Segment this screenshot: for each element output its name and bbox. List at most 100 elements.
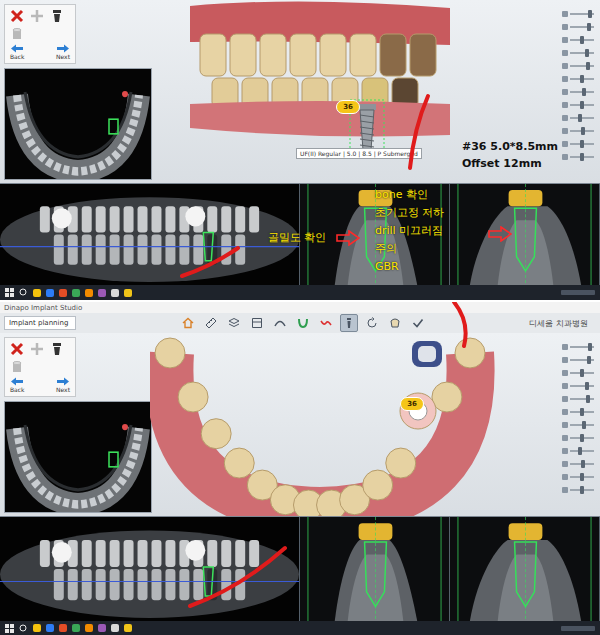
slider-track[interactable] bbox=[570, 359, 594, 361]
taskbar-app-icon[interactable] bbox=[46, 624, 54, 632]
slider-thumb[interactable] bbox=[580, 473, 584, 481]
taskbar-app-icon[interactable] bbox=[124, 289, 132, 297]
slider-track[interactable] bbox=[570, 78, 594, 80]
slider-track[interactable] bbox=[570, 463, 594, 465]
taskbar-app-icon[interactable] bbox=[124, 624, 132, 632]
taskbar-app-icon[interactable] bbox=[98, 289, 106, 297]
slider-track[interactable] bbox=[570, 450, 594, 452]
axial-ct-panel[interactable] bbox=[4, 401, 152, 513]
taskbar-app-icon[interactable] bbox=[98, 624, 106, 632]
view-tool-button[interactable] bbox=[248, 314, 266, 332]
taskbar-app-icon[interactable] bbox=[59, 624, 67, 632]
slider-thumb[interactable] bbox=[582, 421, 586, 429]
search-icon[interactable] bbox=[19, 624, 28, 633]
taskbar-app-icon[interactable] bbox=[85, 624, 93, 632]
slider-thumb[interactable] bbox=[580, 101, 584, 109]
slider-thumb[interactable] bbox=[582, 88, 586, 96]
slider-thumb[interactable] bbox=[580, 408, 584, 416]
slider-thumb[interactable] bbox=[580, 153, 584, 161]
slider-thumb[interactable] bbox=[578, 114, 582, 122]
view-tool-button[interactable] bbox=[179, 314, 197, 332]
slider-track[interactable] bbox=[570, 346, 594, 348]
tool-button[interactable] bbox=[48, 341, 66, 357]
slider-track[interactable] bbox=[570, 476, 594, 478]
slider-thumb[interactable] bbox=[588, 10, 592, 18]
slider-track[interactable] bbox=[570, 372, 594, 374]
slider-thumb[interactable] bbox=[587, 23, 591, 31]
slider-track[interactable] bbox=[570, 143, 594, 145]
view-tool-button[interactable] bbox=[363, 314, 381, 332]
tool-button[interactable] bbox=[48, 8, 66, 24]
slider-thumb[interactable] bbox=[581, 127, 585, 135]
taskbar-app-icon[interactable] bbox=[111, 289, 119, 297]
slider-thumb[interactable] bbox=[586, 395, 590, 403]
taskbar-app-icon[interactable] bbox=[46, 289, 54, 297]
slider-track[interactable] bbox=[570, 117, 594, 119]
tool-button[interactable] bbox=[8, 8, 26, 24]
panorama-panel[interactable] bbox=[0, 184, 300, 285]
cross-section-panel[interactable] bbox=[300, 517, 450, 621]
slider-track[interactable] bbox=[570, 489, 594, 491]
slider-thumb[interactable] bbox=[580, 486, 584, 494]
implant-badge[interactable]: 36 bbox=[336, 100, 360, 114]
taskbar-app-icon[interactable] bbox=[72, 624, 80, 632]
slider-track[interactable] bbox=[570, 156, 594, 158]
taskbar-app-icon[interactable] bbox=[72, 289, 80, 297]
slider-thumb[interactable] bbox=[581, 460, 585, 468]
slider-track[interactable] bbox=[570, 424, 594, 426]
slider-track[interactable] bbox=[570, 39, 594, 41]
taskbar-app-icon[interactable] bbox=[85, 289, 93, 297]
slider-track[interactable] bbox=[570, 398, 594, 400]
slider-thumb[interactable] bbox=[580, 434, 584, 442]
taskbar-app-icon[interactable] bbox=[59, 289, 67, 297]
tool-button[interactable] bbox=[8, 341, 26, 357]
view-tool-button[interactable] bbox=[409, 314, 427, 332]
tool-button[interactable] bbox=[8, 26, 26, 42]
windows-logo-icon[interactable] bbox=[5, 624, 14, 633]
axial-ct-panel[interactable] bbox=[4, 68, 152, 180]
tool-button[interactable] bbox=[28, 341, 46, 357]
cross-section-panel[interactable] bbox=[450, 517, 600, 621]
model-view[interactable]: 36 bbox=[150, 333, 560, 516]
slider-thumb[interactable] bbox=[580, 369, 584, 377]
slider-track[interactable] bbox=[570, 385, 594, 387]
next-button[interactable]: Next bbox=[56, 377, 70, 393]
slider-track[interactable] bbox=[570, 437, 594, 439]
slider-thumb[interactable] bbox=[588, 343, 592, 351]
panorama-panel[interactable] bbox=[0, 517, 300, 621]
next-button[interactable]: Next bbox=[56, 44, 70, 60]
view-tool-button[interactable] bbox=[225, 314, 243, 332]
slider-track[interactable] bbox=[570, 411, 594, 413]
view-tool-button[interactable] bbox=[271, 314, 289, 332]
slider-track[interactable] bbox=[570, 26, 594, 28]
cross-section-panel[interactable] bbox=[450, 184, 600, 285]
tool-button[interactable] bbox=[28, 8, 46, 24]
view-tool-button[interactable] bbox=[317, 314, 335, 332]
slider-track[interactable] bbox=[570, 104, 594, 106]
back-button[interactable]: Back bbox=[10, 44, 25, 60]
implant-badge[interactable]: 36 bbox=[400, 397, 424, 411]
slider-thumb[interactable] bbox=[580, 36, 584, 44]
slider-thumb[interactable] bbox=[587, 356, 591, 364]
taskbar-app-icon[interactable] bbox=[33, 289, 41, 297]
taskbar-app-icon[interactable] bbox=[111, 624, 119, 632]
slider-track[interactable] bbox=[570, 13, 594, 15]
view-tool-button[interactable] bbox=[202, 314, 220, 332]
windows-logo-icon[interactable] bbox=[5, 288, 14, 297]
slider-thumb[interactable] bbox=[586, 62, 590, 70]
slider-thumb[interactable] bbox=[585, 49, 589, 57]
slider-track[interactable] bbox=[570, 130, 594, 132]
slider-thumb[interactable] bbox=[585, 382, 589, 390]
mode-field[interactable]: Implant planning bbox=[4, 316, 76, 330]
slider-thumb[interactable] bbox=[578, 447, 582, 455]
back-button[interactable]: Back bbox=[10, 377, 25, 393]
search-icon[interactable] bbox=[19, 288, 28, 297]
model-view[interactable]: 36UF(II) Regular | 5.0 | 8.5 | P Submerg… bbox=[150, 0, 560, 183]
slider-track[interactable] bbox=[570, 52, 594, 54]
view-tool-button[interactable] bbox=[386, 314, 404, 332]
view-tool-button[interactable] bbox=[340, 314, 358, 332]
view-tool-button[interactable] bbox=[294, 314, 312, 332]
taskbar-app-icon[interactable] bbox=[33, 624, 41, 632]
slider-track[interactable] bbox=[570, 65, 594, 67]
slider-thumb[interactable] bbox=[580, 75, 584, 83]
